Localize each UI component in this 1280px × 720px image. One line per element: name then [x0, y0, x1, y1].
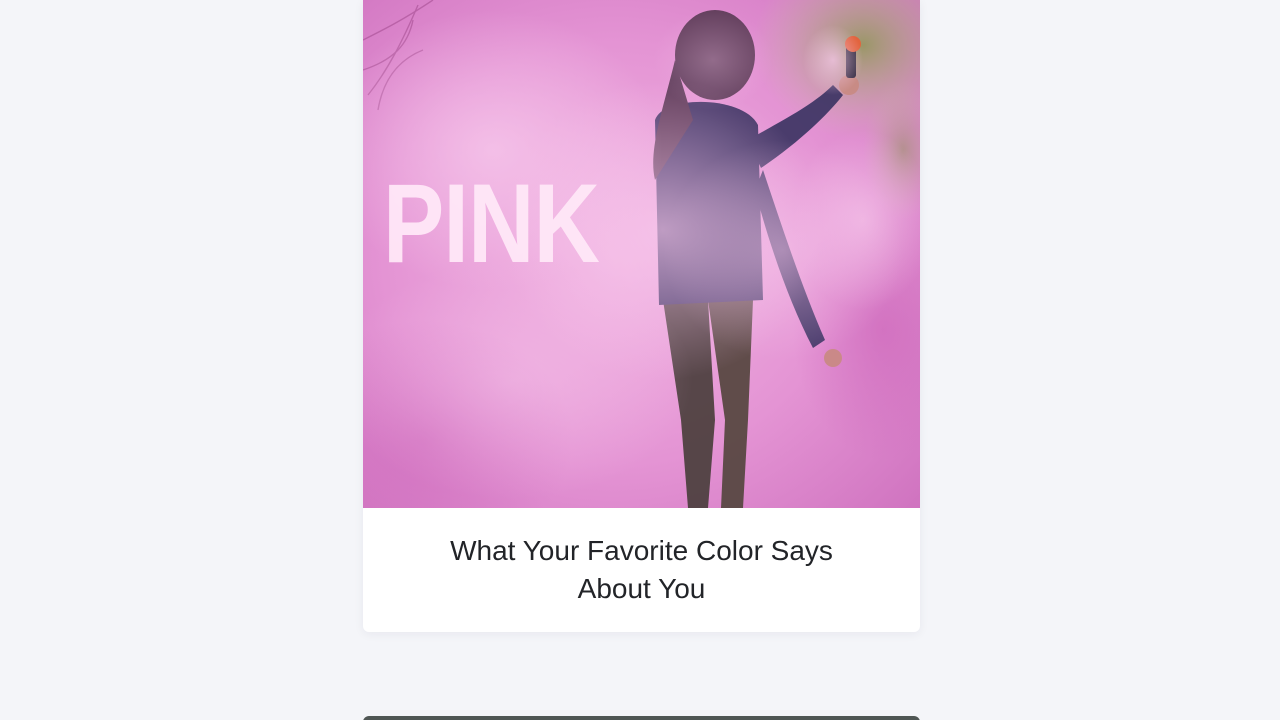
- article-card[interactable]: PINK What Your Favorite Color Says About…: [363, 0, 920, 632]
- article-hero-image[interactable]: PINK: [363, 0, 920, 508]
- article-caption[interactable]: What Your Favorite Color Says About You: [363, 508, 920, 632]
- article-title[interactable]: What Your Favorite Color Says About You: [422, 532, 862, 608]
- article-feed: PINK What Your Favorite Color Says About…: [0, 0, 1280, 720]
- next-article-card-peek[interactable]: [363, 716, 920, 720]
- hero-overlay-word: PINK: [383, 161, 600, 286]
